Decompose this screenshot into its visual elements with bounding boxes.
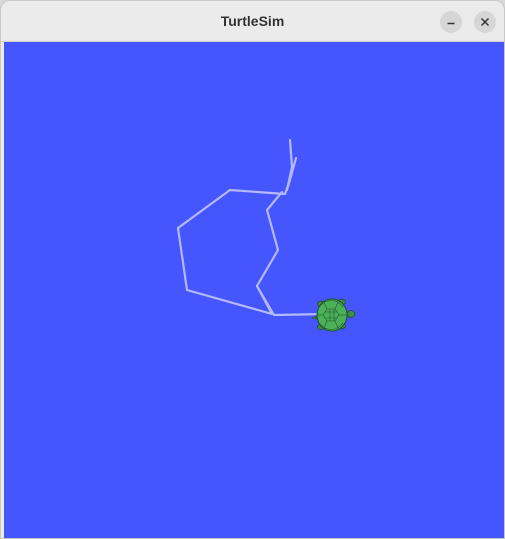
pen-trail <box>176 138 298 316</box>
turtlesim-window: TurtleSim <box>0 0 505 539</box>
minimize-button[interactable] <box>440 11 462 33</box>
close-button[interactable] <box>474 11 496 33</box>
drawing-surface <box>176 138 356 332</box>
turtle-icon <box>311 298 356 332</box>
window-title: TurtleSim <box>220 13 285 29</box>
close-icon <box>480 17 490 27</box>
titlebar[interactable]: TurtleSim <box>1 1 504 42</box>
turtle-canvas <box>4 42 504 538</box>
minimize-icon <box>447 22 455 25</box>
